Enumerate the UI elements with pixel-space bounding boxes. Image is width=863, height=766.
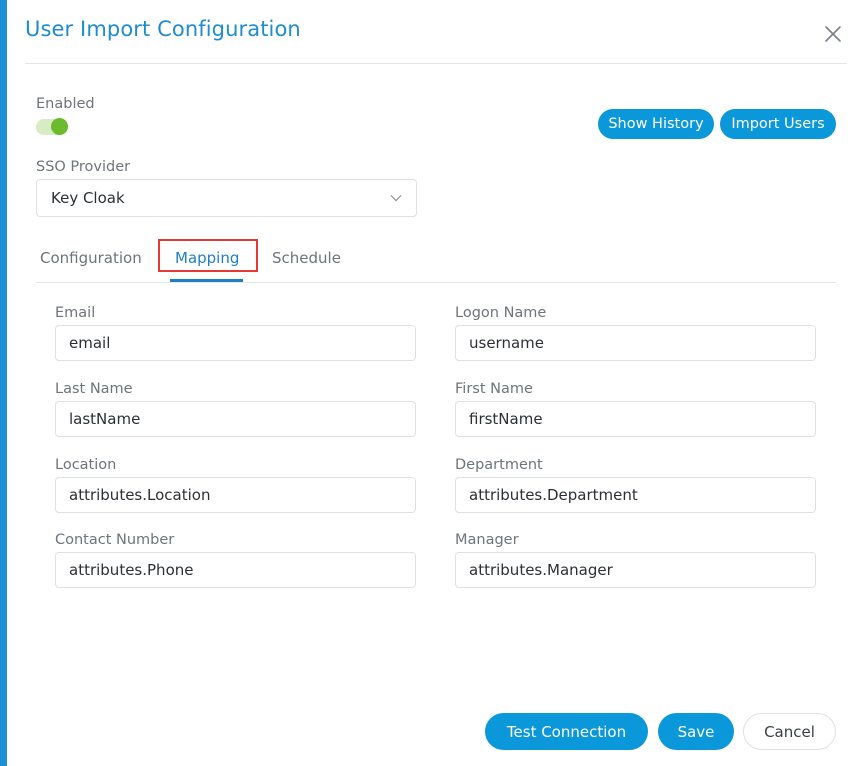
contact-number-label: Contact Number <box>55 532 175 548</box>
sso-provider-value: Key Cloak <box>51 189 125 207</box>
logon-name-field[interactable]: username <box>455 325 816 361</box>
sso-provider-select[interactable]: Key Cloak <box>36 179 417 217</box>
logon-name-label: Logon Name <box>455 305 547 321</box>
tabs-divider <box>36 282 836 283</box>
email-field[interactable]: email <box>55 325 416 361</box>
last-name-field[interactable]: lastName <box>55 401 416 437</box>
page: User Import Configuration Enabled Show H… <box>0 0 863 766</box>
department-label: Department <box>455 457 543 473</box>
department-field[interactable]: attributes.Department <box>455 477 816 513</box>
manager-label: Manager <box>455 532 519 548</box>
import-users-button[interactable]: Import Users <box>720 109 836 139</box>
header-divider <box>25 63 847 64</box>
location-field[interactable]: attributes.Location <box>55 477 416 513</box>
tab-configuration[interactable]: Configuration <box>40 249 142 267</box>
sso-provider-label: SSO Provider <box>36 159 131 175</box>
first-name-field[interactable]: firstName <box>455 401 816 437</box>
tab-highlight-annotation <box>158 239 258 272</box>
location-label: Location <box>55 457 117 473</box>
enabled-toggle[interactable] <box>36 118 68 135</box>
save-button[interactable]: Save <box>658 713 734 750</box>
user-import-dialog: User Import Configuration Enabled Show H… <box>7 0 863 766</box>
chevron-down-icon <box>390 195 402 202</box>
email-label: Email <box>55 305 96 321</box>
tab-schedule[interactable]: Schedule <box>272 249 341 267</box>
cancel-button[interactable]: Cancel <box>743 713 836 750</box>
close-icon[interactable] <box>823 24 843 44</box>
show-history-button[interactable]: Show History <box>598 109 714 139</box>
contact-number-field[interactable]: attributes.Phone <box>55 552 416 588</box>
manager-field[interactable]: attributes.Manager <box>455 552 816 588</box>
first-name-label: First Name <box>455 381 533 397</box>
toggle-knob <box>51 118 68 135</box>
window-edge <box>0 0 7 766</box>
dialog-title: User Import Configuration <box>25 17 301 41</box>
test-connection-button[interactable]: Test Connection <box>485 713 648 750</box>
enabled-label: Enabled <box>36 96 95 112</box>
last-name-label: Last Name <box>55 381 133 397</box>
